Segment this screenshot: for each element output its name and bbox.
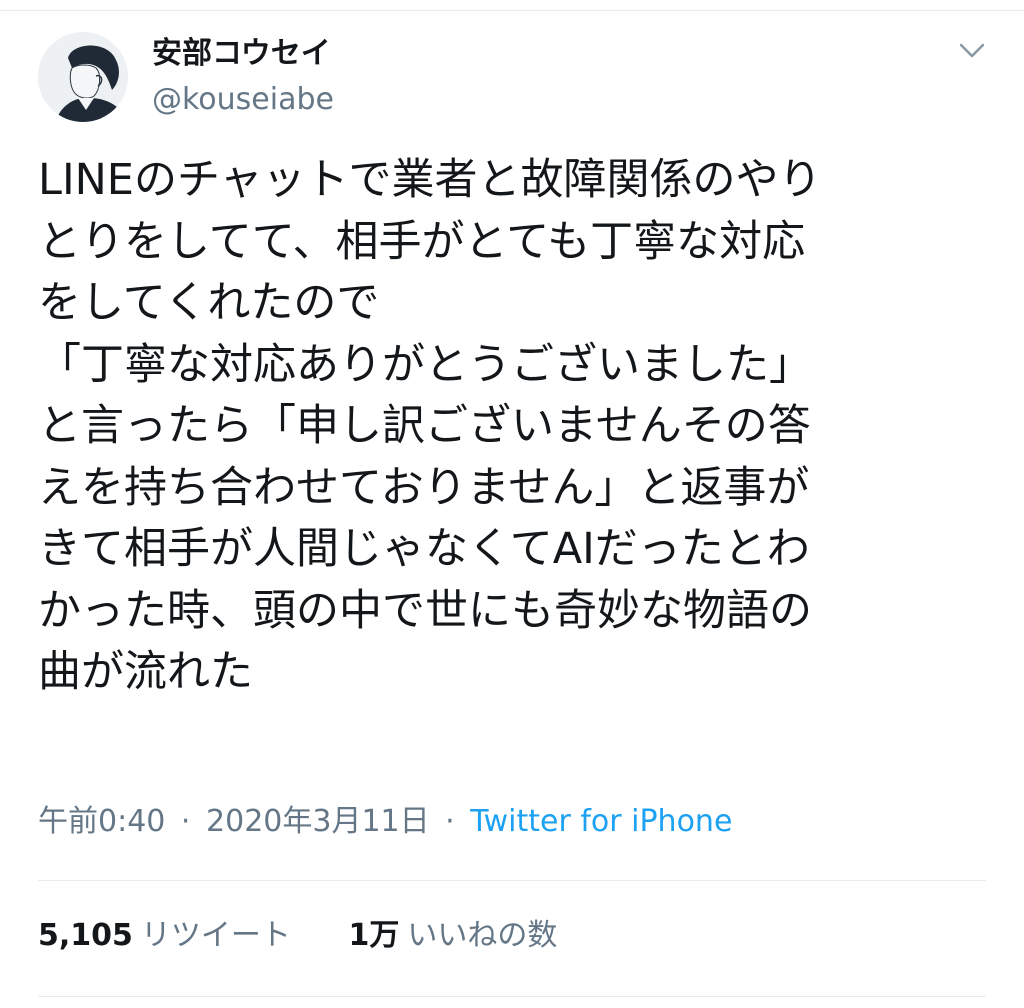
tweet-source-link[interactable]: Twitter for iPhone — [470, 804, 732, 839]
tweet-menu-button[interactable] — [957, 38, 987, 62]
author-display-name[interactable]: 安部コウセイ — [152, 34, 331, 74]
tweet-time[interactable]: 午前0:40 — [38, 804, 165, 839]
retweets-count: 5,105 — [38, 918, 133, 953]
likes-label: いいねの数 — [407, 918, 558, 953]
meta-separator: · — [180, 804, 191, 839]
chevron-down-icon — [959, 43, 985, 58]
author-avatar[interactable] — [38, 32, 128, 122]
meta-separator: · — [445, 804, 455, 839]
tweet-date[interactable]: 2020年3月11日 — [206, 804, 430, 839]
stats-divider-top — [38, 880, 986, 881]
likes-stat[interactable]: 1万 いいねの数 — [348, 914, 557, 958]
author-handle[interactable]: @kouseiabe — [152, 80, 334, 120]
retweets-label: リツイート — [140, 918, 291, 953]
tweet-meta: 午前0:40 · 2020年3月11日 · Twitter for iPhone — [38, 800, 732, 844]
top-divider — [0, 10, 1024, 11]
tweet-text: LINEのチャットで業者と故障関係のやり とりをしてて、相手がとても丁寧な対応 … — [38, 155, 822, 697]
stats-divider-bottom — [38, 996, 986, 997]
retweets-stat[interactable]: 5,105 リツイート — [38, 914, 291, 958]
tweet-stats: 5,105 リツイート 1万 いいねの数 — [38, 914, 557, 958]
likes-count: 1万 — [348, 918, 400, 953]
avatar-icon — [38, 32, 128, 122]
